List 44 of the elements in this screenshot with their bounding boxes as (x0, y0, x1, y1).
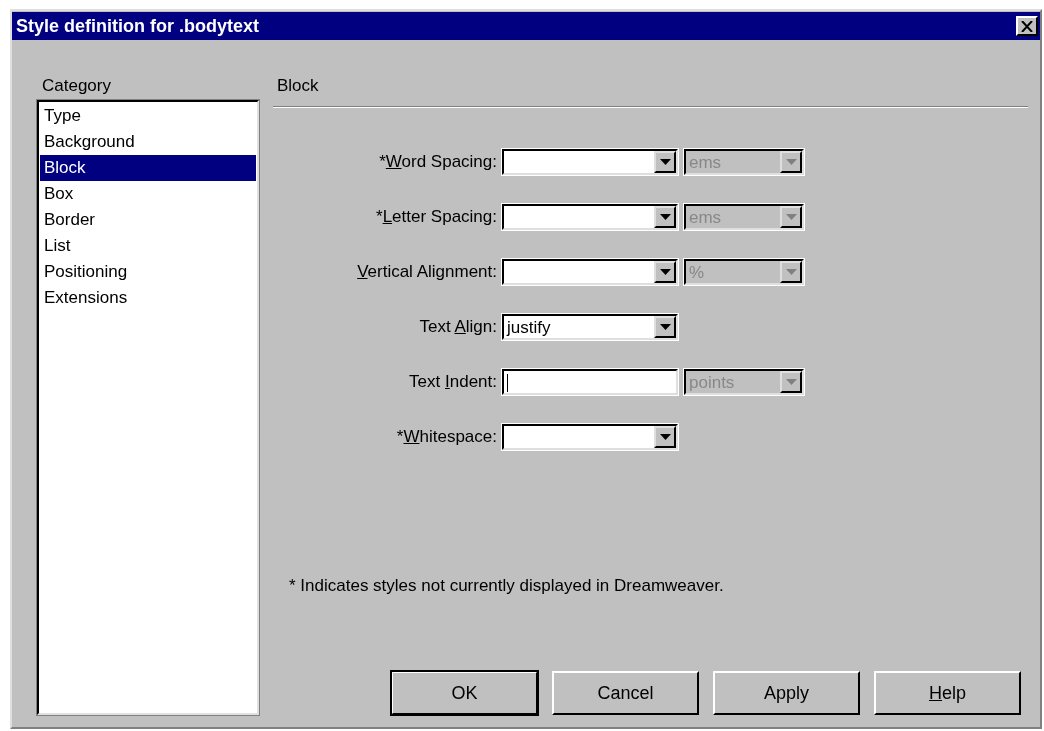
field-label: *Letter Spacing: (376, 207, 498, 227)
dropdown-button[interactable] (654, 151, 676, 173)
field-label: Text Align: (419, 317, 498, 337)
dialog-button[interactable]: Help (874, 671, 1021, 715)
footnote: * Indicates styles not currently displayed in Dreamweaver. (289, 576, 725, 596)
dropdown-button[interactable] (654, 261, 676, 283)
category-label: Category (41, 76, 112, 97)
caret-icon (785, 379, 797, 385)
caret-icon (659, 159, 671, 165)
field-label: *Whitespace: (396, 427, 498, 447)
dropdown-field[interactable] (502, 149, 678, 175)
dropdown-button[interactable] (654, 206, 676, 228)
category-item[interactable]: Positioning (40, 259, 256, 285)
caret-icon (659, 269, 671, 275)
caret-icon (785, 214, 797, 220)
dialog-button[interactable]: Cancel (552, 671, 699, 715)
field-label: *Word Spacing: (379, 152, 498, 172)
category-item[interactable]: Block (40, 155, 256, 181)
caret-icon (659, 214, 671, 220)
caret-icon (659, 434, 671, 440)
dropdown-button[interactable] (654, 316, 676, 338)
caret-icon (785, 269, 797, 275)
dropdown-button[interactable] (654, 426, 676, 448)
category-item[interactable]: Background (40, 129, 256, 155)
window-title: Style definition for .bodytext (16, 15, 259, 37)
category-item[interactable]: Type (40, 103, 256, 129)
field-label: Vertical Alignment: (357, 262, 498, 282)
caret-icon (659, 324, 671, 330)
close-icon (1021, 20, 1033, 32)
category-item[interactable]: List (40, 233, 256, 259)
dropdown-field[interactable] (502, 424, 678, 450)
caret-icon (785, 159, 797, 165)
dropdown-field[interactable] (502, 259, 678, 285)
close-button[interactable] (1016, 16, 1038, 36)
dropdown-field[interactable] (502, 204, 678, 230)
field-label: Text Indent: (409, 372, 498, 392)
text-field[interactable] (502, 369, 678, 395)
section-heading: Block (276, 76, 320, 96)
category-item[interactable]: Extensions (40, 285, 256, 311)
dropdown-field[interactable]: justify (502, 314, 678, 340)
category-item[interactable]: Box (40, 181, 256, 207)
category-item[interactable]: Border (40, 207, 256, 233)
dialog-button[interactable]: Apply (713, 671, 860, 715)
dialog-button[interactable]: OK (391, 671, 538, 715)
